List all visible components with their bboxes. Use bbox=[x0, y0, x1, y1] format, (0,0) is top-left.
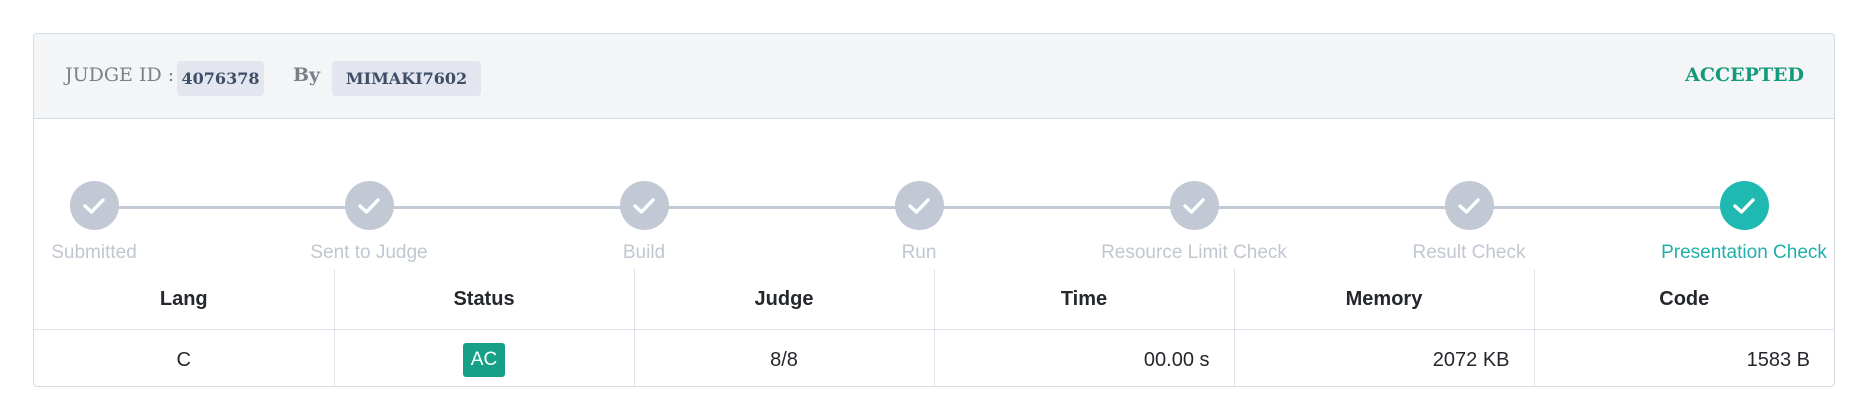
judge-id-badge: 4076378 bbox=[177, 61, 264, 96]
column-header-memory: Memory bbox=[1233, 269, 1535, 330]
judge-cell: 8/8 bbox=[633, 329, 935, 386]
table-header-row: Lang Status Judge Time Memory Code bbox=[34, 269, 1834, 330]
column-header-judge: Judge bbox=[633, 269, 935, 330]
check-icon bbox=[344, 181, 394, 230]
step-sent-to-judge: Sent to Judge bbox=[249, 181, 489, 264]
step-result-check: Result Check bbox=[1349, 181, 1589, 264]
step-label: Submitted bbox=[51, 242, 137, 263]
judge-progress-steps: Submitted Sent to Judge Build Run Resour bbox=[34, 119, 1834, 270]
check-icon bbox=[69, 181, 119, 230]
step-label: Sent to Judge bbox=[310, 242, 428, 263]
user-badge[interactable]: MIMAKI7602 bbox=[332, 61, 481, 96]
verdict-status: ACCEPTED bbox=[1685, 64, 1804, 86]
column-header-time: Time bbox=[933, 269, 1235, 330]
step-label: Resource Limit Check bbox=[1101, 242, 1287, 263]
step-label: Presentation Check bbox=[1661, 242, 1827, 263]
check-icon bbox=[894, 181, 944, 230]
check-icon bbox=[1169, 181, 1219, 230]
result-table: Lang Status Judge Time Memory Code C AC … bbox=[34, 269, 1834, 386]
judge-id-label: JUDGE ID : bbox=[65, 64, 175, 86]
table-row: C AC 8/8 00.00 s 2072 KB 1583 B bbox=[34, 329, 1834, 386]
step-build: Build bbox=[524, 181, 764, 264]
column-header-lang: Lang bbox=[34, 269, 335, 330]
step-presentation-check: Presentation Check bbox=[1624, 181, 1834, 264]
column-header-status: Status bbox=[333, 269, 635, 330]
step-submitted: Submitted bbox=[34, 181, 214, 264]
check-icon bbox=[1444, 181, 1494, 230]
step-run: Run bbox=[799, 181, 1039, 264]
step-label: Build bbox=[622, 242, 666, 263]
time-cell: 00.00 s bbox=[933, 329, 1235, 386]
code-cell[interactable]: 1583 B bbox=[1533, 329, 1834, 386]
lang-cell: C bbox=[34, 329, 335, 386]
status-badge: AC bbox=[462, 343, 506, 377]
status-cell: AC bbox=[333, 329, 635, 386]
judge-result-panel: JUDGE ID : 4076378 By MIMAKI7602 ACCEPTE… bbox=[33, 33, 1835, 387]
step-label: Run bbox=[901, 242, 937, 263]
memory-cell: 2072 KB bbox=[1233, 329, 1535, 386]
check-icon bbox=[619, 181, 669, 230]
judge-header: JUDGE ID : 4076378 By MIMAKI7602 ACCEPTE… bbox=[34, 34, 1834, 119]
step-label: Result Check bbox=[1412, 242, 1526, 263]
by-label: By bbox=[293, 64, 321, 86]
column-header-code: Code bbox=[1533, 269, 1834, 330]
check-icon bbox=[1719, 181, 1769, 230]
step-resource-limit-check: Resource Limit Check bbox=[1074, 181, 1314, 264]
